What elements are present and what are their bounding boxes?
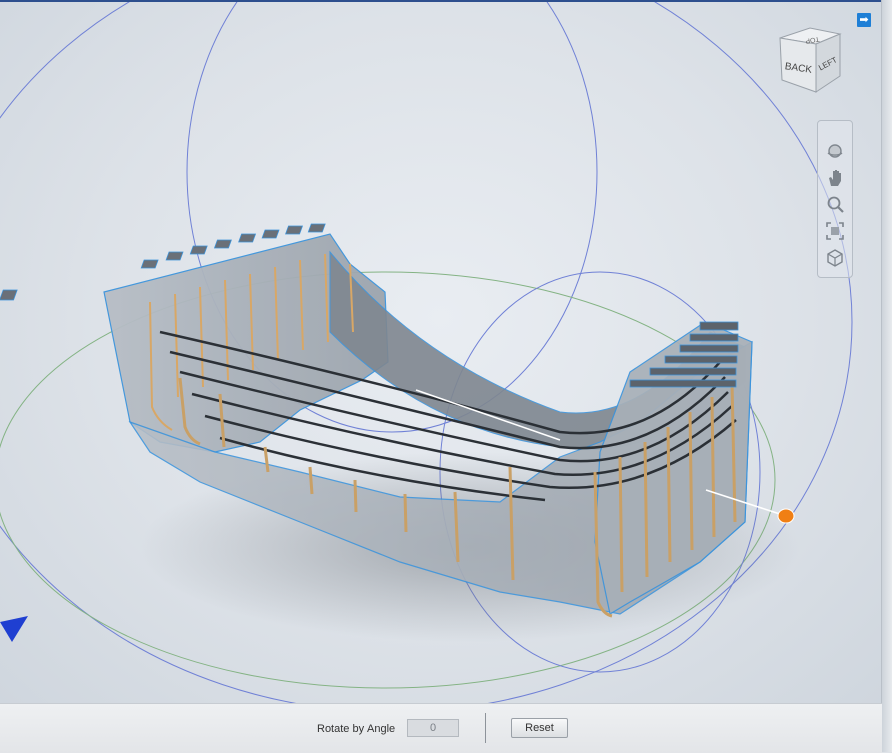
3d-viewport[interactable]: ➡ BACK LEFT TOP <box>0 2 882 703</box>
magnifier-icon[interactable] <box>825 194 845 214</box>
angle-label: Angle <box>367 723 396 735</box>
navigation-bar <box>817 120 853 278</box>
bottom-toolbar: Rotate by Angle 0 Reset <box>0 703 882 753</box>
toolbar-divider <box>485 713 486 743</box>
model-scene[interactable] <box>0 2 882 703</box>
orbit-icon[interactable] <box>825 141 845 161</box>
angle-input[interactable]: 0 <box>407 719 459 737</box>
gizmo-handle-icon[interactable] <box>777 508 795 524</box>
viewcube[interactable]: BACK LEFT TOP <box>774 24 846 96</box>
right-panel-edge <box>881 0 892 752</box>
reset-button[interactable]: Reset <box>511 718 568 738</box>
rotate-by-label: Rotate by <box>317 723 365 735</box>
triad-arrow-icon <box>0 616 28 642</box>
cube-icon[interactable] <box>825 248 845 268</box>
arrow-right-icon[interactable]: ➡ <box>857 13 871 27</box>
hand-icon[interactable] <box>825 168 845 188</box>
fit-to-window-icon[interactable] <box>825 221 845 241</box>
